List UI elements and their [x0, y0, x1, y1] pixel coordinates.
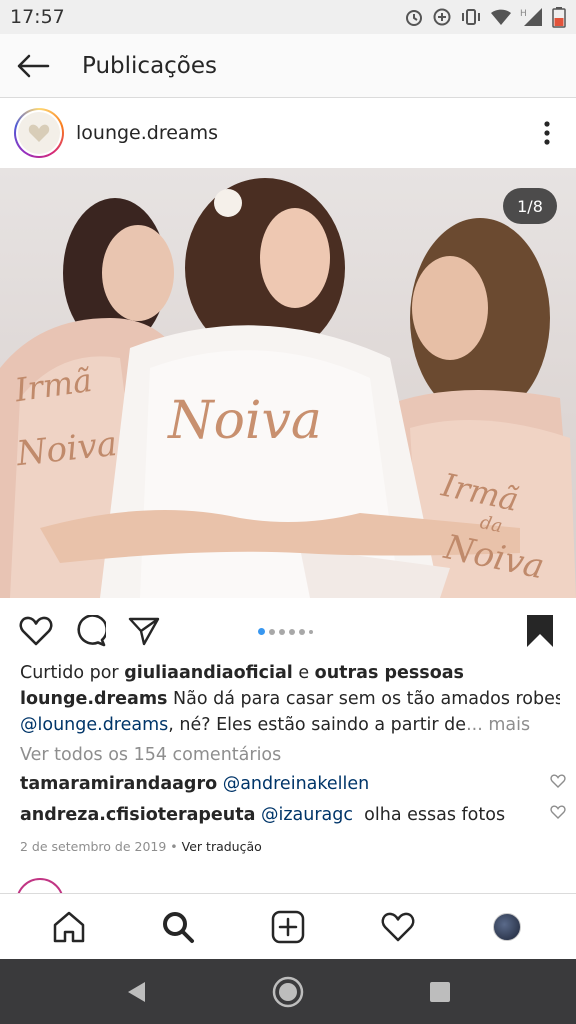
caption-more-link[interactable]: ... mais [466, 715, 530, 735]
comment-mention[interactable]: @izauragc [261, 802, 353, 828]
status-icons: H [404, 6, 566, 28]
bookmark-filled-icon [527, 615, 553, 647]
liked-by-others[interactable]: outras pessoas [315, 663, 464, 683]
back-button[interactable] [0, 34, 66, 98]
heart-logo-icon [28, 124, 50, 142]
status-bar: 17:57 H [0, 0, 576, 34]
caption-username[interactable]: lounge.dreams [20, 689, 167, 709]
three-dots-vertical-icon [544, 121, 550, 145]
post-header: lounge.dreams [0, 99, 576, 167]
liked-by-user[interactable]: giuliaandiaoficial [124, 663, 293, 683]
status-time: 17:57 [10, 6, 65, 28]
carousel-dot [258, 628, 265, 635]
comment-text: olha essas fotos [364, 804, 506, 825]
plus-square-icon [271, 910, 305, 943]
translate-link[interactable]: Ver tradução [182, 839, 262, 854]
robe-text-center: Noiva [166, 391, 322, 451]
carousel-dot [279, 628, 285, 635]
post-actions [0, 605, 576, 657]
likes-line: Curtido por giuliaandiaoficial e outras … [20, 660, 560, 686]
caption-text-1: Não dá para casar sem os tão amados robe… [167, 689, 560, 709]
save-button[interactable] [522, 613, 558, 649]
page-title: Publicações [82, 52, 218, 79]
carousel-indicator [258, 628, 313, 635]
page-counter: 1/8 [503, 188, 557, 224]
comment-item: andreza.cfisioterapeuta @izauragc olha e… [20, 799, 566, 830]
caption-text-2: , né? Eles estão saindo a partir de [168, 715, 467, 735]
tab-activity[interactable] [368, 897, 428, 957]
app-header: Publicações [0, 34, 576, 98]
carousel-dot [269, 628, 275, 635]
comment-like-icon[interactable] [550, 805, 566, 819]
heart-icon [381, 912, 414, 941]
alarm-icon [406, 10, 422, 26]
post-date-line: 2 de setembro de 2019 • Ver tradução [20, 834, 560, 860]
svg-text:H: H [520, 9, 527, 19]
likes-and: e [292, 663, 315, 683]
post-photo[interactable]: Noiva Irmã Noiva Irmã da Noiva 1/8 [0, 168, 576, 598]
nav-recents-button[interactable] [410, 962, 470, 1022]
avatar [493, 912, 522, 941]
post-caption-area: Curtido por giuliaandiaoficial e outras … [20, 660, 566, 860]
post-date: 2 de setembro de 2019 [20, 839, 167, 854]
photo-illustration: Noiva Irmã Noiva Irmã da Noiva [0, 178, 576, 598]
comment-button[interactable] [72, 613, 108, 649]
post-username[interactable]: lounge.dreams [76, 122, 218, 144]
battery-icon [552, 7, 566, 28]
comment-username[interactable]: tamaramirandaagro [20, 771, 217, 797]
arrow-left-icon [17, 54, 50, 77]
paper-plane-icon [128, 617, 160, 646]
comment-bubble-icon [77, 615, 106, 647]
comment-item: tamaramirandaagro @andreinakellen [20, 768, 566, 799]
comment-username[interactable]: andreza.cfisioterapeuta [20, 802, 255, 828]
circle-home-icon [272, 976, 304, 1007]
data-saver-icon [433, 8, 451, 26]
caption-line-2: @lounge.dreams, né? Eles estão saindo a … [20, 712, 560, 738]
post-avatar[interactable] [14, 108, 64, 158]
carousel-dot [299, 628, 305, 635]
tab-profile[interactable] [477, 897, 537, 957]
square-recents-icon [430, 981, 450, 1002]
tab-search[interactable] [148, 897, 208, 957]
android-nav-bar [0, 959, 576, 1024]
post-options-button[interactable] [532, 113, 562, 153]
comment-like-icon[interactable] [550, 774, 566, 788]
nav-home-button[interactable] [258, 962, 318, 1022]
view-all-comments[interactable]: Ver todos os 154 comentários [20, 742, 560, 768]
nav-back-button[interactable] [106, 962, 166, 1022]
carousel-dot [309, 629, 313, 634]
carousel-dot [289, 628, 295, 635]
like-button[interactable] [18, 613, 54, 649]
caption-mention[interactable]: @lounge.dreams [20, 715, 168, 735]
comment-mention[interactable]: @andreinakellen [223, 771, 370, 797]
vibrate-icon [462, 9, 480, 25]
date-separator: • [166, 839, 182, 854]
caption-line-1: lounge.dreams Não dá para casar sem os t… [20, 686, 560, 712]
search-icon [163, 911, 195, 943]
likes-prefix: Curtido por [20, 663, 125, 683]
wifi-icon [491, 9, 511, 25]
tab-new-post[interactable] [258, 897, 318, 957]
heart-icon [19, 616, 53, 646]
signal-icon: H [520, 8, 542, 26]
bottom-tab-bar [0, 893, 576, 959]
share-button[interactable] [126, 613, 162, 649]
triangle-back-icon [128, 981, 145, 1002]
tab-home[interactable] [39, 897, 99, 957]
home-icon [53, 911, 85, 942]
